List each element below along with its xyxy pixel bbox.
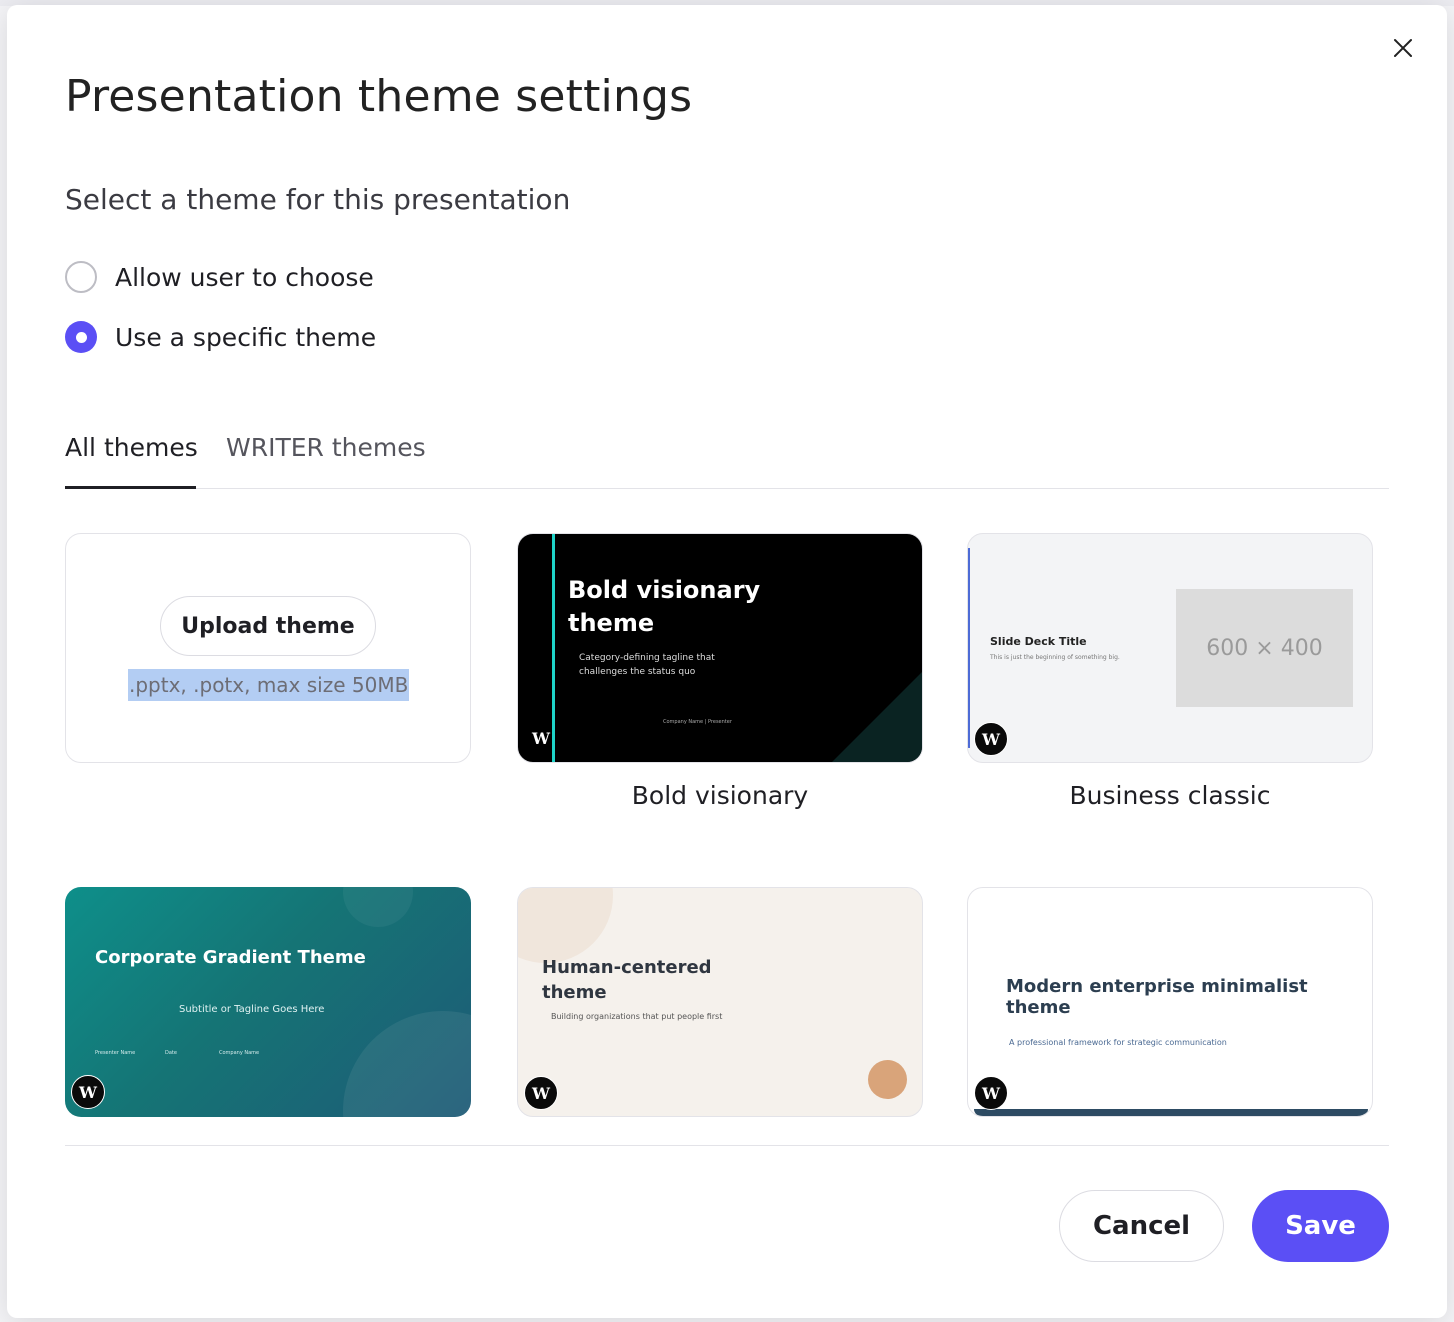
upload-theme-card: Upload theme .pptx, .potx, max size 50MB [65, 533, 471, 763]
theme-card-modern-enterprise[interactable]: Modern enterprise minimalist theme A pro… [967, 887, 1373, 1117]
slide-subtitle: This is just the beginning of something … [990, 654, 1120, 661]
radio-button-selected[interactable] [65, 321, 97, 353]
slide-subtitle: Subtitle or Tagline Goes Here [179, 1004, 325, 1015]
radio-button[interactable] [65, 261, 97, 293]
slide-meta-presenter: Presenter Name [95, 1050, 136, 1056]
circle-decoration [343, 1011, 471, 1117]
circle-decoration [868, 1060, 907, 1099]
writer-logo-icon: W [974, 722, 1008, 756]
theme-card-human-centered[interactable]: Human-centered theme Building organizati… [517, 887, 923, 1117]
upload-theme-button[interactable]: Upload theme [160, 596, 376, 656]
cancel-button[interactable]: Cancel [1059, 1190, 1224, 1262]
slide-title: Slide Deck Title [990, 635, 1087, 648]
theme-settings-dialog: Presentation theme settings Select a the… [7, 5, 1447, 1318]
radio-label: Use a specific theme [115, 322, 377, 352]
corner-decoration [832, 672, 922, 762]
dialog-subtitle: Select a theme for this presentation [65, 183, 571, 216]
radio-use-specific-theme[interactable]: Use a specific theme [65, 321, 376, 353]
slide-subtitle: A professional framework for strategic c… [1009, 1038, 1227, 1047]
writer-logo-icon: W [71, 1075, 105, 1109]
theme-card-business-classic[interactable]: Slide Deck Title This is just the beginn… [967, 533, 1373, 763]
upload-hint: .pptx, .potx, max size 50MB [128, 669, 410, 701]
theme-card-corporate-gradient[interactable]: Corporate Gradient Theme Subtitle or Tag… [65, 887, 471, 1117]
circle-decoration [343, 887, 413, 927]
slide-meta-company: Company Name [219, 1050, 260, 1056]
slide-subtitle: Building organizations that put people f… [551, 1012, 723, 1021]
slide-title: Corporate Gradient Theme [95, 947, 366, 968]
save-button[interactable]: Save [1252, 1190, 1389, 1262]
tab-all-themes[interactable]: All themes [65, 433, 198, 462]
circle-decoration [518, 888, 613, 963]
slide-footer: Company Name | Presenter [663, 719, 732, 725]
dialog-title: Presentation theme settings [65, 71, 693, 122]
radio-allow-user-choose[interactable]: Allow user to choose [65, 261, 374, 293]
slide-tagline: Category-defining tagline that challenge… [579, 653, 715, 677]
close-button[interactable] [1390, 35, 1416, 61]
writer-logo-icon: W [974, 1076, 1008, 1110]
image-placeholder: 600 × 400 [1176, 589, 1353, 707]
footer-divider [65, 1145, 1389, 1146]
slide-title: Human-centered theme [542, 957, 712, 1003]
writer-logo-icon: W [532, 728, 550, 748]
theme-card-bold-visionary[interactable]: Bold visionary theme Category-defining t… [517, 533, 923, 763]
theme-caption-business-classic: Business classic [1069, 781, 1271, 810]
theme-tabs: All themes WRITER themes [65, 425, 1389, 489]
tab-writer-themes[interactable]: WRITER themes [226, 433, 426, 462]
slide-meta-date: Date [165, 1050, 177, 1056]
slide-title: Modern enterprise minimalist theme [1006, 976, 1308, 1018]
active-tab-indicator [65, 486, 196, 489]
slide-title: Bold visionary theme [568, 576, 761, 637]
bottom-bar-decoration [974, 1109, 1368, 1116]
theme-caption-bold-visionary: Bold visionary [631, 781, 809, 810]
accent-line [968, 548, 970, 748]
writer-logo-icon: W [524, 1076, 558, 1110]
close-icon [1394, 39, 1412, 57]
radio-label: Allow user to choose [115, 262, 374, 292]
